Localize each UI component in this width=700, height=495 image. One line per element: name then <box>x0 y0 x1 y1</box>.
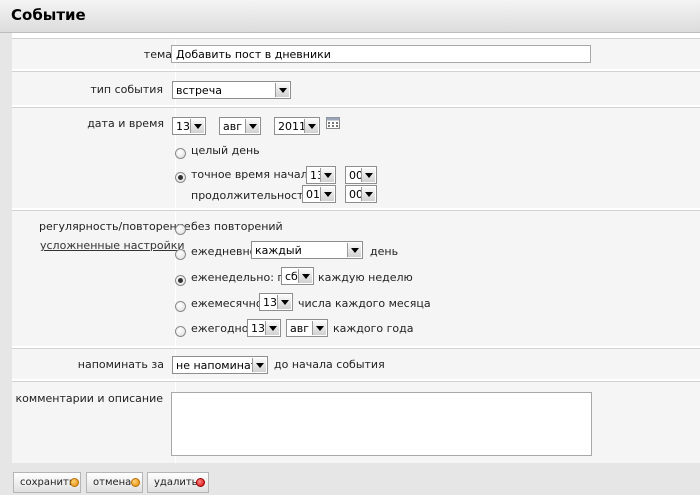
recurrence-monthly-suffix: числа каждого месяца <box>298 297 431 310</box>
chevron-down-icon <box>361 187 375 201</box>
window-title-bar: Событие <box>0 0 700 33</box>
chevron-down-icon <box>277 295 291 309</box>
comments-label: комментарии и описание <box>15 392 163 405</box>
chevron-down-icon <box>252 358 266 372</box>
chevron-down-icon <box>304 119 318 133</box>
recurrence-none-label: без повторений <box>191 220 283 233</box>
comments-textarea[interactable] <box>171 392 592 456</box>
chevron-down-icon <box>320 187 334 201</box>
chevron-down-icon <box>190 119 204 133</box>
cancel-button[interactable]: отмена <box>86 472 143 493</box>
recurrence-daily-select[interactable]: каждый <box>251 241 363 259</box>
chevron-down-icon <box>347 243 361 257</box>
event-type-label: тип события <box>90 83 163 96</box>
chevron-down-icon <box>245 119 259 133</box>
recurrence-yearly-radio[interactable] <box>175 326 186 337</box>
status-dot-icon <box>196 478 205 487</box>
reminder-select[interactable]: не напоминать <box>172 356 268 374</box>
duration-label: продолжительность: <box>191 189 314 202</box>
section-reminder: напоминать за не напоминать до начала со… <box>12 348 700 379</box>
topic-input[interactable] <box>171 45 591 63</box>
chevron-down-icon <box>265 321 279 335</box>
chevron-down-icon <box>312 321 326 335</box>
recurrence-monthly-select[interactable]: 13 <box>259 293 293 311</box>
event-type-select[interactable]: встреча <box>172 81 291 99</box>
save-button[interactable]: сохранить <box>13 472 81 493</box>
topic-label: тема <box>143 48 172 61</box>
recurrence-daily-suffix: день <box>370 245 399 258</box>
start-hour-select[interactable]: 13 <box>306 166 336 184</box>
recurrence-monthly-label: ежемесячно: <box>191 297 267 310</box>
recurrence-daily-label: ежедневно: <box>191 245 261 258</box>
recurrence-weekly-radio[interactable] <box>175 275 186 286</box>
all-day-radio[interactable] <box>175 148 186 159</box>
all-day-label: целый день <box>191 144 260 157</box>
duration-minute-select[interactable]: 00 <box>345 185 377 203</box>
datetime-label: дата и время <box>87 117 164 130</box>
section-recurrence: регулярность/повторение усложненные наст… <box>12 210 700 346</box>
status-dot-icon <box>70 478 79 487</box>
chevron-down-icon <box>361 168 375 182</box>
recurrence-label: регулярность/повторение <box>39 220 191 233</box>
recurrence-yearly-day-select[interactable]: 13 <box>247 319 281 337</box>
recurrence-weekly-select[interactable]: сб <box>281 267 314 285</box>
chevron-down-icon <box>275 83 289 97</box>
date-day-select[interactable]: 13 <box>172 117 206 135</box>
date-year-select[interactable]: 2011 <box>274 117 320 135</box>
recurrence-yearly-suffix: каждого года <box>333 322 414 335</box>
advanced-settings-link[interactable]: усложненные настройки <box>40 239 185 252</box>
recurrence-yearly-month-select[interactable]: авг <box>286 319 328 337</box>
recurrence-daily-radio[interactable] <box>175 249 186 260</box>
delete-button[interactable]: удалить <box>147 472 209 493</box>
recurrence-weekly-label: еженедельно: по <box>191 271 292 284</box>
reminder-suffix: до начала события <box>274 358 385 371</box>
chevron-down-icon <box>298 269 312 283</box>
exact-time-label: точное время начала: <box>191 168 319 181</box>
recurrence-weekly-suffix: каждую неделю <box>318 271 413 284</box>
button-bar: сохранить отмена удалить <box>12 463 700 495</box>
exact-time-radio[interactable] <box>175 172 186 183</box>
section-topic: тема <box>12 38 700 69</box>
section-comments: комментарии и описание <box>12 381 700 463</box>
start-minute-select[interactable]: 00 <box>345 166 377 184</box>
status-dot-icon <box>131 478 140 487</box>
duration-hour-select[interactable]: 01 <box>302 185 336 203</box>
recurrence-monthly-radio[interactable] <box>175 301 186 312</box>
calendar-icon[interactable] <box>326 117 340 129</box>
window-title: Событие <box>11 6 86 24</box>
date-month-select[interactable]: авг <box>219 117 261 135</box>
reminder-label: напоминать за <box>77 358 164 371</box>
recurrence-none-radio[interactable] <box>175 224 186 235</box>
section-event-type: тип события встреча <box>12 71 700 105</box>
chevron-down-icon <box>320 168 334 182</box>
section-datetime: дата и время 13 авг 2011 целый день точн… <box>12 107 700 208</box>
recurrence-yearly-label: ежегодно: <box>191 322 253 335</box>
